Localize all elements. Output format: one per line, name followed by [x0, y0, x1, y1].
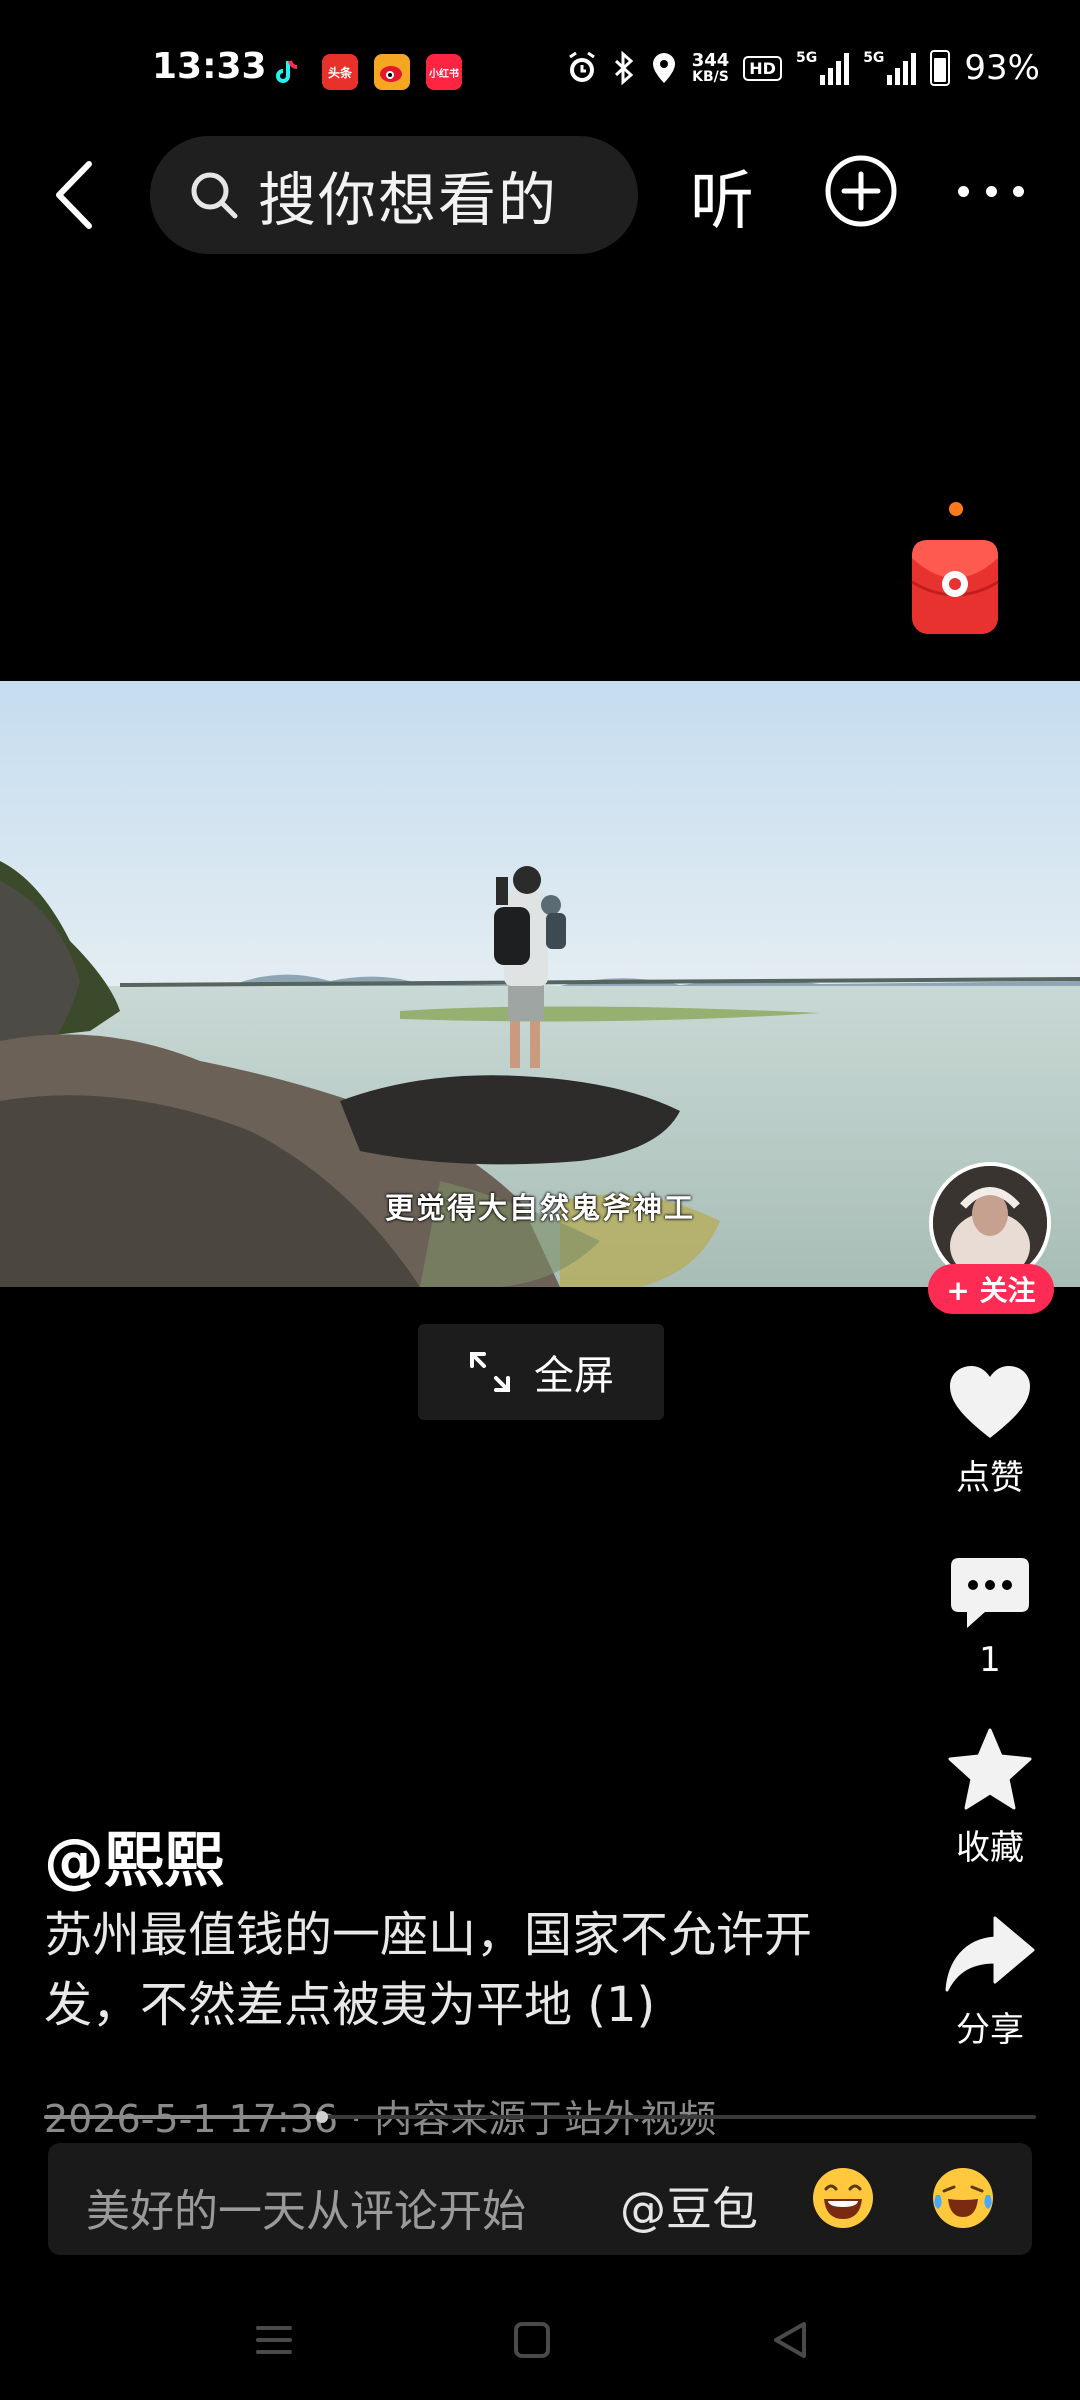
- laughing-emoji-icon[interactable]: [810, 2165, 876, 2231]
- comment-button[interactable]: 1: [930, 1556, 1050, 1680]
- toutiao-label: 头条: [327, 65, 352, 80]
- video-progress-bar[interactable]: [44, 2111, 1036, 2123]
- star-icon: [948, 1728, 1032, 1810]
- like-label: 点赞: [956, 1458, 1024, 1498]
- status-indicators: 344 KB/S HD 5G 5G 93%: [566, 48, 1040, 88]
- avatar-image: [933, 1166, 1047, 1280]
- chevron-left-icon: [56, 161, 92, 229]
- comment-count: 1: [979, 1640, 1001, 1680]
- video-subtitle: 更觉得大自然鬼斧神工: [384, 1191, 695, 1225]
- bluetooth-icon: [614, 51, 633, 85]
- alarm-icon: [568, 51, 595, 82]
- back-nav-icon[interactable]: [770, 2320, 810, 2360]
- video-description: 苏州最值钱的一座山，国家不允许开发，不然差点被夷为平地 (1): [44, 1907, 813, 2033]
- net-speed-unit: KB/S: [692, 69, 729, 85]
- envelope-notification-dot: [949, 502, 963, 516]
- home-nav-icon[interactable]: [512, 2320, 552, 2360]
- mention-doubao-button[interactable]: @豆包: [620, 2173, 758, 2239]
- signal-1: 5G: [795, 50, 850, 85]
- comment-placeholder: 美好的一天从评论开始: [86, 2186, 526, 2237]
- favorite-label: 收藏: [956, 1828, 1024, 1868]
- comment-icon: [951, 1558, 1029, 1628]
- network-label-1: 5G: [795, 50, 818, 66]
- like-button[interactable]: 点赞: [930, 1364, 1050, 1499]
- signal-2: 5G: [863, 50, 917, 85]
- battery-icon: [930, 50, 951, 86]
- net-speed-value: 344: [691, 50, 730, 71]
- back-button[interactable]: [38, 150, 108, 240]
- share-button[interactable]: 分享: [930, 1916, 1050, 2051]
- menu-nav-icon[interactable]: [254, 2320, 294, 2360]
- tiktok-icon: [268, 54, 304, 90]
- more-options-button[interactable]: [958, 186, 1024, 200]
- favorite-button[interactable]: 收藏: [930, 1728, 1050, 1869]
- progress-fill: [44, 2115, 322, 2119]
- follow-button[interactable]: + 关注: [928, 1264, 1054, 1314]
- search-placeholder: 搜你想看的: [258, 166, 559, 234]
- more-dot: [1013, 186, 1024, 197]
- status-time: 13:33: [152, 46, 267, 87]
- author-name[interactable]: @熙熙: [44, 1812, 224, 1899]
- more-dot: [985, 186, 997, 197]
- signal-bars-1: [820, 51, 850, 85]
- progress-handle[interactable]: [315, 2111, 328, 2123]
- search-icon: [191, 172, 238, 219]
- share-arrow-icon: [945, 1916, 1035, 1992]
- toutiao-icon: 头条: [322, 54, 358, 90]
- location-icon: [652, 53, 675, 83]
- weibo-icon: [374, 54, 410, 90]
- expand-icon: [470, 1352, 510, 1392]
- share-label: 分享: [956, 2010, 1024, 2050]
- crying-laughing-emoji-icon[interactable]: [930, 2165, 996, 2231]
- more-dot: [958, 186, 969, 197]
- signal-bars-2: [887, 51, 917, 85]
- red-envelope-icon[interactable]: [910, 538, 1000, 636]
- add-icon[interactable]: [824, 154, 898, 228]
- xiaohongshu-label: 小红书: [429, 68, 459, 80]
- comment-input[interactable]: 美好的一天从评论开始 @豆包: [48, 2143, 1032, 2255]
- listen-button[interactable]: 听: [690, 150, 754, 242]
- net-speed: 344 KB/S: [691, 50, 730, 85]
- xiaohongshu-icon: 小红书: [426, 54, 462, 90]
- fullscreen-button[interactable]: 全屏: [418, 1324, 664, 1420]
- hd-badge: HD: [743, 55, 782, 81]
- system-nav-bar: [0, 2300, 1080, 2400]
- battery-percent: 93%: [964, 48, 1040, 88]
- network-label-2: 5G: [863, 50, 885, 66]
- fullscreen-label: 全屏: [534, 1353, 614, 1399]
- search-input[interactable]: 搜你想看的: [150, 136, 638, 254]
- heart-icon: [950, 1366, 1030, 1438]
- status-bar: 13:33 头条 小红书 344 KB/S HD 5G 5G 93%: [0, 0, 1080, 140]
